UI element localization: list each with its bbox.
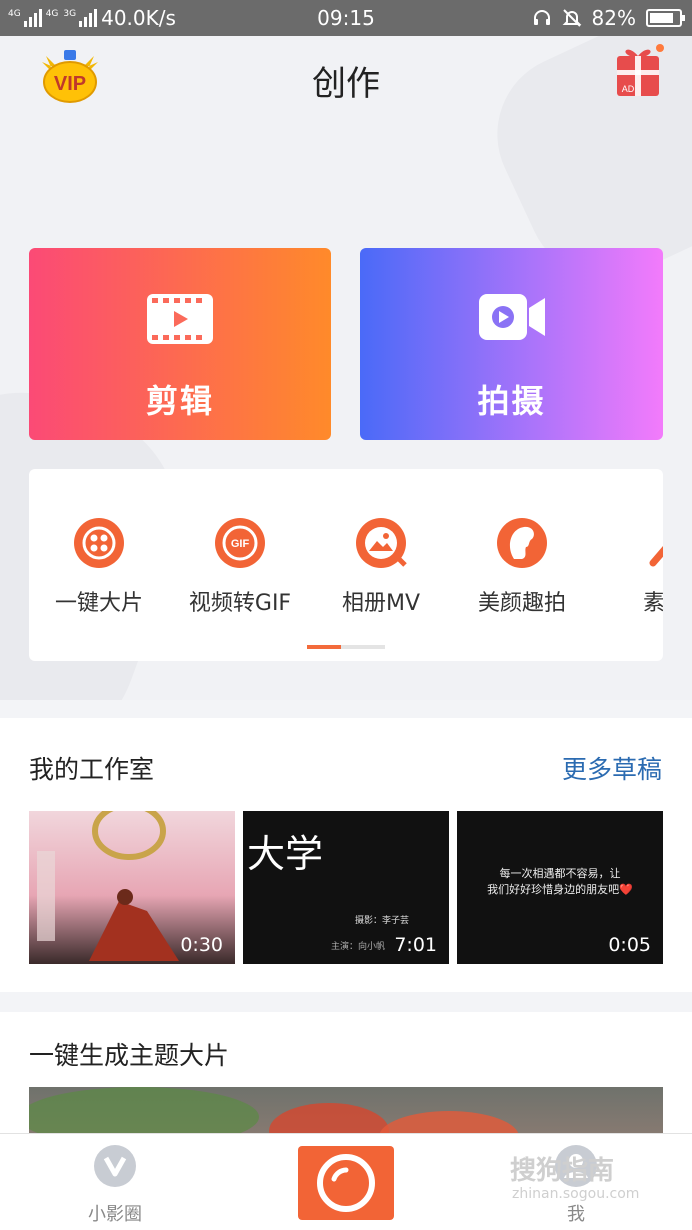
circle-v-icon [94, 1145, 136, 1187]
draft-text: 每一次相遇都不容易，让 [499, 867, 621, 880]
status-bar: 4G 4G 3G 40.0K/s 09:15 82% [0, 0, 692, 36]
more-drafts-link[interactable]: 更多草稿 [562, 750, 662, 786]
svg-text:GIF: GIF [231, 538, 250, 550]
gift-icon: AD [617, 44, 664, 96]
carousel-page-indicator [307, 645, 385, 649]
shoot-card-label: 拍摄 [477, 382, 546, 420]
draft-caption: 大学 [247, 832, 324, 876]
my-studio-section: 我的工作室 更多草稿 0:30 大学 摄影：李子芸 主演：向小帆 7:01 每一… [0, 718, 692, 992]
camera-shutter-icon [317, 1154, 375, 1212]
headset-icon [533, 10, 550, 25]
draft-duration: 7:01 [394, 934, 437, 956]
tool-one-click-movie[interactable]: 一键大片 [29, 517, 169, 617]
tool-label: 美颜趣拍 [477, 591, 566, 616]
film-strip-icon [147, 294, 213, 344]
album-mv-icon [356, 518, 407, 568]
edit-card-button[interactable]: 剪辑 [29, 248, 331, 440]
draft-thumbnail[interactable]: 0:30 [29, 811, 235, 964]
app-screen: 4G 4G 3G 40.0K/s 09:15 82% VIP 创作 AD 剪辑 … [0, 0, 692, 1230]
gif-icon: GIF [215, 518, 265, 568]
tool-label: 视频转GIF [188, 591, 292, 616]
tool-album-mv[interactable]: 相册MV [311, 517, 451, 617]
watermark-url: zhinan.sogou.com [512, 1186, 640, 1202]
video-camera-icon [478, 294, 545, 340]
studio-title: 我的工作室 [29, 755, 155, 784]
tools-carousel[interactable]: 一键大片 GIF 视频转GIF 相册MV 美颜趣拍 素 [29, 469, 663, 661]
tab-circle[interactable]: 小影圈 [55, 1144, 175, 1226]
battery-icon [646, 9, 685, 27]
draft-credit: 摄影：李子芸 [355, 916, 410, 926]
tool-label: 一键大片 [54, 591, 143, 616]
draft-text: 我们好好珍惜身边的朋友吧❤️ [487, 883, 633, 896]
ad-gift-button[interactable]: AD [614, 44, 664, 98]
capture-button[interactable] [298, 1146, 394, 1220]
mute-bell-icon [562, 9, 581, 27]
draft-thumbnail[interactable]: 每一次相遇都不容易，让 我们好好珍惜身边的朋友吧❤️ 0:05 [457, 811, 663, 964]
draft-duration: 0:30 [180, 934, 223, 956]
theme-title: 一键生成主题大片 [29, 1041, 230, 1070]
draft-duration: 0:05 [608, 934, 651, 956]
tool-beauty-cam[interactable]: 美颜趣拍 [452, 517, 592, 617]
status-right: 82% [532, 6, 685, 30]
edit-card-label: 剪辑 [145, 382, 214, 420]
draft-credit: 主演：向小帆 [331, 942, 386, 952]
magic-wand-icon [649, 545, 663, 567]
dots-icon [74, 518, 124, 568]
tool-label: 相册MV [341, 591, 421, 616]
page-title: 创作 [312, 64, 380, 104]
battery-percent: 82% [591, 6, 636, 30]
beauty-icon [497, 518, 547, 568]
tab-label: 小影圈 [88, 1204, 142, 1225]
tool-video-to-gif[interactable]: GIF 视频转GIF [170, 517, 310, 617]
watermark-text: 搜狗指南 [510, 1156, 615, 1186]
tab-label: 我 [567, 1204, 585, 1225]
shoot-card-button[interactable]: 拍摄 [360, 248, 663, 440]
svg-text:AD: AD [622, 84, 635, 94]
draft-thumbnail[interactable]: 大学 摄影：李子芸 主演：向小帆 7:01 [243, 811, 449, 964]
tool-materials[interactable]: 素材 [595, 517, 663, 617]
tool-label: 素材 [642, 591, 663, 616]
